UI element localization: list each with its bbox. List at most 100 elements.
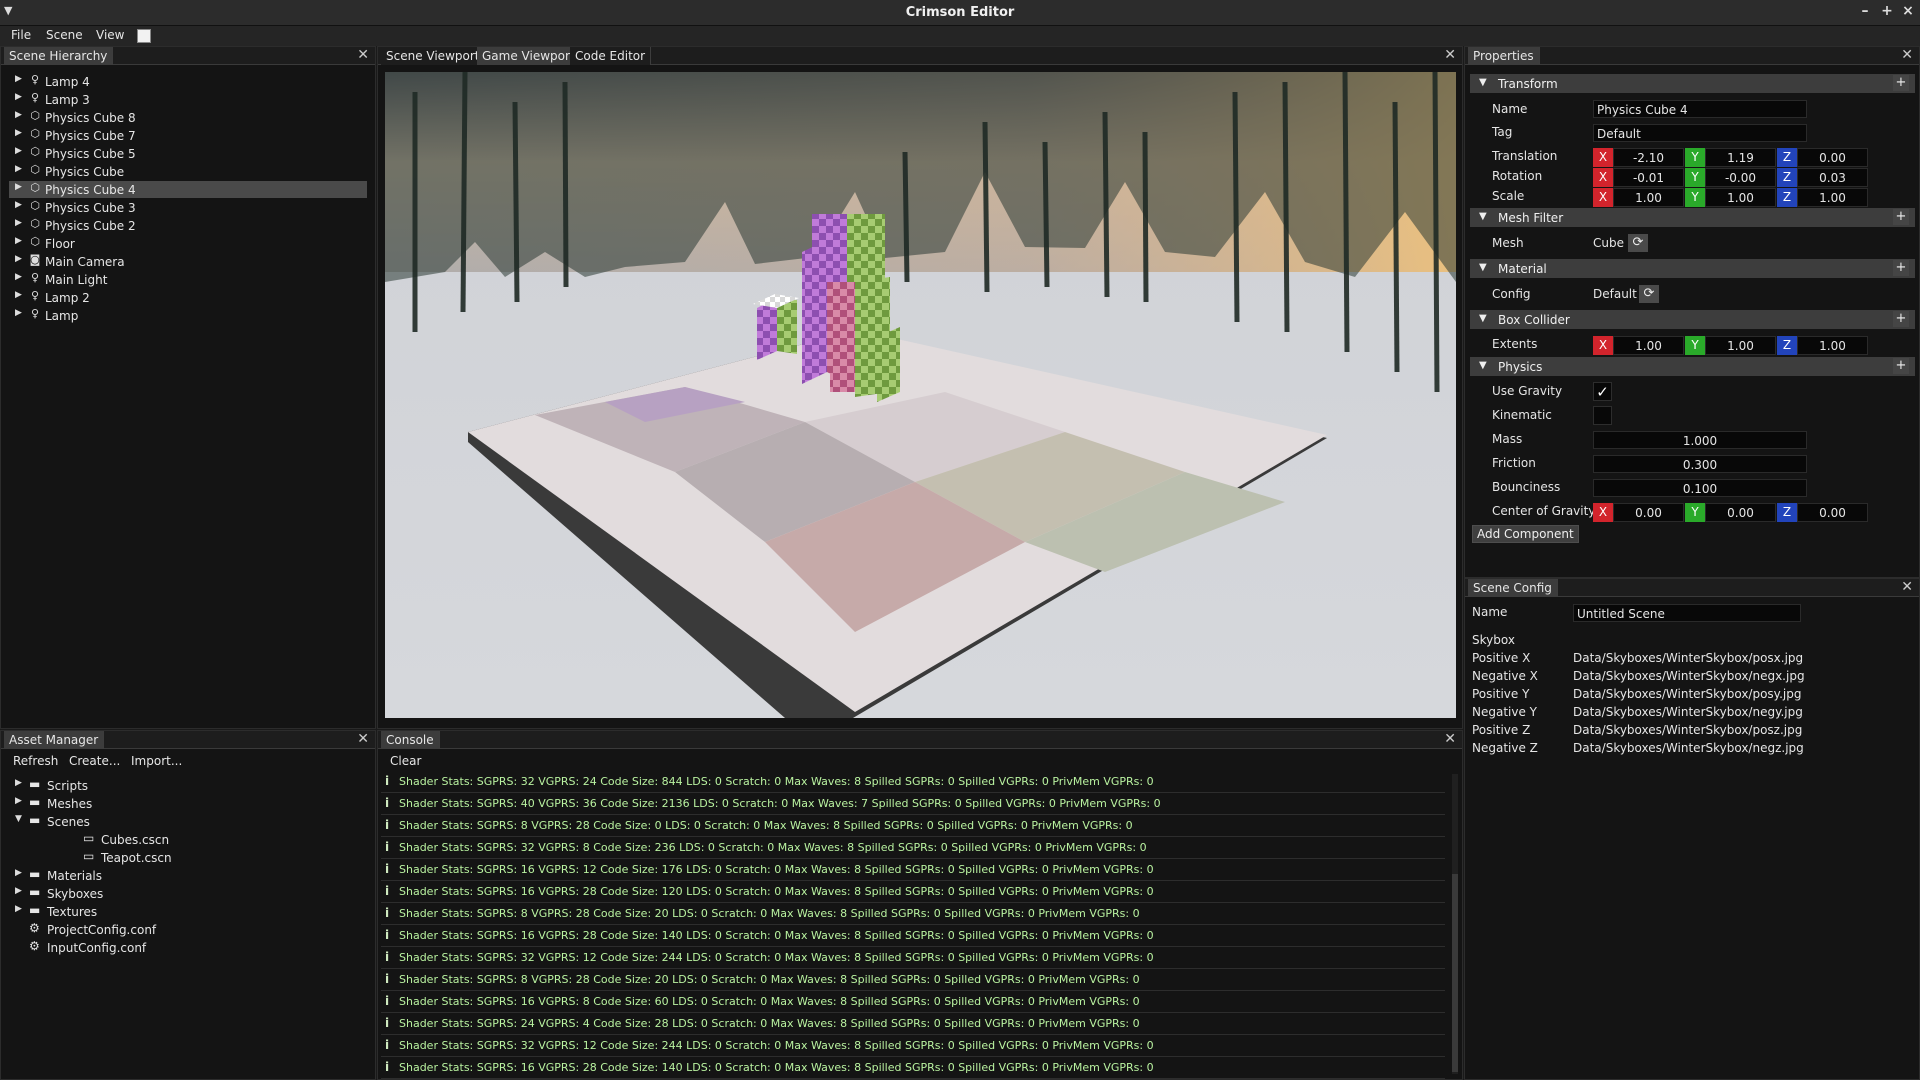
tab-scene-config[interactable]: Scene Config xyxy=(1468,579,1558,597)
close-icon[interactable]: ✕ xyxy=(1901,579,1913,595)
value-y-field[interactable]: 0.00 xyxy=(1705,503,1776,522)
skybox-face-path[interactable]: Data/Skyboxes/WinterSkybox/posx.jpg xyxy=(1573,651,1803,665)
asset-folder[interactable]: ▶ ▬ Scripts xyxy=(15,777,315,794)
plus-icon[interactable]: + xyxy=(1893,75,1909,91)
value-x-field[interactable]: 1.00 xyxy=(1613,188,1684,207)
skybox-face-path[interactable]: Data/Skyboxes/WinterSkybox/posz.jpg xyxy=(1573,723,1802,737)
hierarchy-item[interactable]: ▶ ⬡ Physics Cube 7 xyxy=(9,127,367,144)
expand-arrow-icon[interactable]: ▶ xyxy=(15,218,22,228)
expand-arrow-icon[interactable]: ▶ xyxy=(15,200,22,210)
close-icon[interactable]: ✕ xyxy=(357,731,369,747)
tab-code-editor[interactable]: Code Editor xyxy=(570,47,652,65)
expand-arrow-icon[interactable]: ▶ xyxy=(15,308,22,318)
maximize-icon[interactable]: + xyxy=(1877,3,1897,19)
expand-arrow-icon[interactable]: ▶ xyxy=(15,74,22,84)
asset-file[interactable]: ⚙ ProjectConfig.conf xyxy=(15,921,315,938)
asset-file[interactable]: ▭ Cubes.cscn xyxy=(45,831,345,848)
game-viewport-render[interactable] xyxy=(385,72,1456,718)
expand-arrow-icon[interactable]: ▶ xyxy=(15,110,22,120)
hierarchy-item[interactable]: ▶ ♀ Lamp 3 xyxy=(9,91,367,108)
asset-folder[interactable]: ▶ ▬ Meshes xyxy=(15,795,315,812)
skybox-face-path[interactable]: Data/Skyboxes/WinterSkybox/posy.jpg xyxy=(1573,687,1801,701)
value-z-field[interactable]: 1.00 xyxy=(1797,336,1868,355)
tab-properties[interactable]: Properties xyxy=(1468,47,1540,65)
plus-icon[interactable]: + xyxy=(1893,260,1909,276)
tag-field[interactable]: Default xyxy=(1593,124,1807,142)
console-scrollbar-thumb[interactable] xyxy=(1452,874,1458,1072)
plus-icon[interactable]: + xyxy=(1893,209,1909,225)
tab-game-viewport[interactable]: Game Viewport xyxy=(477,47,581,65)
skybox-face-path[interactable]: Data/Skyboxes/WinterSkybox/negz.jpg xyxy=(1573,741,1804,755)
tab-asset-manager[interactable]: Asset Manager xyxy=(4,731,105,749)
refresh-icon[interactable]: ⟳ xyxy=(1639,285,1659,303)
collapse-triangle-icon[interactable]: ▼ xyxy=(1479,360,1487,371)
value-x-field[interactable]: -2.10 xyxy=(1613,148,1684,167)
tab-scene-viewport[interactable]: Scene Viewport xyxy=(381,47,486,65)
collapse-triangle-icon[interactable]: ▼ xyxy=(1479,77,1487,88)
bounciness-field[interactable]: 0.100 xyxy=(1593,479,1807,497)
hierarchy-item[interactable]: ▶ ⬡ Physics Cube xyxy=(9,163,367,180)
expand-arrow-icon[interactable]: ▶ xyxy=(15,164,22,174)
material-section-header[interactable]: ▼ Material + xyxy=(1470,259,1915,278)
friction-field[interactable]: 0.300 xyxy=(1593,455,1807,473)
value-y-field[interactable]: 1.00 xyxy=(1705,336,1776,355)
refresh-icon[interactable]: ⟳ xyxy=(1628,234,1648,252)
close-icon[interactable]: ✕ xyxy=(1444,731,1456,747)
import-button[interactable]: Import... xyxy=(131,754,182,768)
mass-field[interactable]: 1.000 xyxy=(1593,431,1807,449)
asset-folder[interactable]: ▼ ▬ Scenes xyxy=(15,813,315,830)
value-y-field[interactable]: 1.00 xyxy=(1705,188,1776,207)
minimize-icon[interactable]: – xyxy=(1855,3,1875,19)
hierarchy-item[interactable]: ▶ ♀ Lamp 2 xyxy=(9,289,367,306)
expand-arrow-icon[interactable]: ▶ xyxy=(15,236,22,246)
menu-view[interactable]: View xyxy=(96,28,124,42)
expand-arrow-icon[interactable]: ▶ xyxy=(15,886,22,896)
plus-icon[interactable]: + xyxy=(1893,311,1909,327)
asset-folder[interactable]: ▶ ▬ Materials xyxy=(15,867,315,884)
asset-folder[interactable]: ▶ ▬ Textures xyxy=(15,903,315,920)
asset-file[interactable]: ⚙ InputConfig.conf xyxy=(15,939,315,956)
collapse-triangle-icon[interactable]: ▼ xyxy=(1479,262,1487,273)
asset-folder[interactable]: ▶ ▬ Skyboxes xyxy=(15,885,315,902)
toolbar-square-button[interactable] xyxy=(137,29,151,43)
close-window-icon[interactable]: × xyxy=(1898,3,1918,19)
hierarchy-item[interactable]: ▶ ⬡ Physics Cube 8 xyxy=(9,109,367,126)
hierarchy-item[interactable]: ▶ ⬡ Physics Cube 5 xyxy=(9,145,367,162)
menu-file[interactable]: File xyxy=(11,28,31,42)
collapse-triangle-icon[interactable]: ▼ xyxy=(1479,313,1487,324)
name-field[interactable]: Physics Cube 4 xyxy=(1593,100,1807,118)
expand-arrow-icon[interactable]: ▶ xyxy=(15,272,22,282)
mesh-filter-section-header[interactable]: ▼ Mesh Filter + xyxy=(1470,208,1915,227)
expand-arrow-icon[interactable]: ▶ xyxy=(15,868,22,878)
hierarchy-item[interactable]: ▶ ⬡ Floor xyxy=(9,235,367,252)
value-x-field[interactable]: 1.00 xyxy=(1613,336,1684,355)
collapse-arrow-icon[interactable]: ▼ xyxy=(15,814,22,824)
asset-file[interactable]: ▭ Teapot.cscn xyxy=(45,849,345,866)
expand-arrow-icon[interactable]: ▶ xyxy=(15,146,22,156)
value-z-field[interactable]: 0.03 xyxy=(1797,168,1868,187)
hierarchy-item[interactable]: ▶ ♀ Lamp 4 xyxy=(9,73,367,90)
hierarchy-item[interactable]: ▶ ⬡ Physics Cube 2 xyxy=(9,217,367,234)
create-button[interactable]: Create... xyxy=(69,754,120,768)
scene-name-field[interactable]: Untitled Scene xyxy=(1573,604,1801,622)
tab-console[interactable]: Console xyxy=(381,731,440,749)
menu-scene[interactable]: Scene xyxy=(46,28,83,42)
expand-arrow-icon[interactable]: ▶ xyxy=(15,92,22,102)
console-scrollbar-track[interactable] xyxy=(1452,774,1458,1074)
hierarchy-item[interactable]: ▶ ⬡ Physics Cube 4 xyxy=(9,181,367,198)
hierarchy-item[interactable]: ▶ ♀ Main Light xyxy=(9,271,367,288)
value-z-field[interactable]: 0.00 xyxy=(1797,503,1868,522)
value-z-field[interactable]: 1.00 xyxy=(1797,188,1868,207)
hierarchy-item[interactable]: ▶ ◙ Main Camera xyxy=(9,253,367,270)
add-component-button[interactable]: Add Component xyxy=(1472,525,1579,543)
hierarchy-item[interactable]: ▶ ♀ Lamp xyxy=(9,307,367,324)
value-z-field[interactable]: 0.00 xyxy=(1797,148,1868,167)
expand-arrow-icon[interactable]: ▶ xyxy=(15,904,22,914)
refresh-button[interactable]: Refresh xyxy=(13,754,58,768)
value-x-field[interactable]: -0.01 xyxy=(1613,168,1684,187)
collapse-triangle-icon[interactable]: ▼ xyxy=(1479,211,1487,222)
expand-arrow-icon[interactable]: ▶ xyxy=(15,254,22,264)
value-x-field[interactable]: 0.00 xyxy=(1613,503,1684,522)
expand-arrow-icon[interactable]: ▶ xyxy=(15,778,22,788)
transform-section-header[interactable]: ▼ Transform + xyxy=(1470,74,1915,93)
